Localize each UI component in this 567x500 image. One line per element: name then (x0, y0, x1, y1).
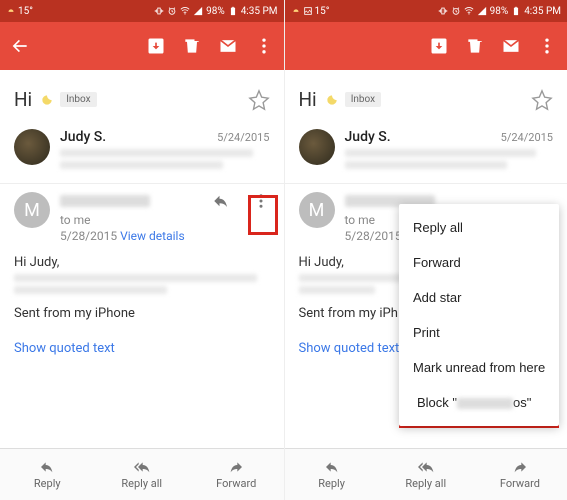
status-temp: 15° (315, 6, 330, 17)
signal-icon (477, 6, 487, 16)
message-overflow-icon[interactable] (252, 192, 270, 210)
body-greeting: Hi Judy, (14, 255, 270, 270)
collapsed-message[interactable]: Judy S. 5/24/2015 (285, 121, 567, 183)
inbox-chip: Inbox (60, 92, 96, 107)
wifi-icon (464, 6, 474, 16)
reply-all-arrow-icon (132, 459, 152, 475)
back-icon[interactable] (10, 36, 30, 56)
sender-avatar (14, 129, 50, 165)
sender-name-redacted (60, 195, 150, 207)
bottom-action-bar: Reply Reply all Forward (0, 448, 284, 500)
status-battery: 98% (490, 6, 509, 17)
moon-icon (325, 93, 339, 107)
block-name-redacted (457, 398, 513, 409)
forward-arrow-icon (226, 459, 246, 475)
reply-all-arrow-icon (416, 459, 436, 475)
archive-icon[interactable] (429, 36, 449, 56)
status-temp: 15° (18, 6, 33, 17)
message-date-full: 5/28/2015 (60, 229, 117, 243)
screenshot-icon (303, 6, 313, 16)
menu-mark-unread[interactable]: Mark unread from here (399, 350, 559, 385)
sender-avatar-letter: M (14, 192, 50, 228)
message-options-menu: Reply all Forward Add star Print Mark un… (399, 204, 559, 426)
sender-name: Judy S. (60, 129, 106, 145)
bottom-action-bar: Reply Reply all Forward (285, 448, 567, 500)
forward-button[interactable]: Forward (189, 449, 284, 500)
status-battery: 98% (206, 6, 225, 17)
status-time: 4:35 PM (241, 6, 278, 17)
sender-avatar (299, 129, 335, 165)
reply-button[interactable]: Reply (285, 449, 379, 500)
wifi-icon (180, 6, 190, 16)
collapsed-message[interactable]: Judy S. 5/24/2015 (0, 121, 284, 183)
message-date-full: 5/28/2015 (345, 229, 402, 243)
reply-arrow-icon (37, 459, 57, 475)
app-bar (285, 22, 567, 70)
sender-name: Judy S. (345, 129, 391, 145)
reply-arrow-icon (322, 459, 342, 475)
preview-snippet (60, 149, 270, 169)
email-subject: Hi (299, 88, 317, 111)
reply-all-button[interactable]: Reply all (95, 449, 190, 500)
mail-icon[interactable] (218, 36, 238, 56)
weather-icon (291, 6, 301, 16)
star-icon[interactable] (531, 89, 553, 111)
message-date: 5/24/2015 (501, 131, 553, 144)
content-area: Hi Inbox Judy S. 5/24/2015 M (285, 70, 567, 448)
menu-forward[interactable]: Forward (399, 245, 559, 280)
delete-icon[interactable] (465, 36, 485, 56)
reply-button[interactable]: Reply (0, 449, 95, 500)
star-icon[interactable] (248, 89, 270, 111)
view-details-link[interactable]: View details (120, 229, 185, 243)
screen-left: 15° 98% 4:35 PM Hi Inbox (0, 0, 284, 500)
message-body: Hi Judy, Sent from my iPhone (0, 243, 284, 337)
expanded-message-header: M to me 5/28/2015 View details (0, 184, 284, 243)
alarm-icon (167, 6, 177, 16)
body-signature: Sent from my iPhone (14, 306, 270, 321)
battery-icon (228, 6, 238, 16)
screen-right: 15° 98% 4:35 PM Hi Inbox (284, 0, 567, 500)
alarm-icon (451, 6, 461, 16)
vibrate-icon (438, 6, 448, 16)
signal-icon (193, 6, 203, 16)
vibrate-icon (154, 6, 164, 16)
show-quoted-link[interactable]: Show quoted text (0, 337, 284, 366)
delete-icon[interactable] (182, 36, 202, 56)
message-date: 5/24/2015 (217, 131, 269, 144)
mail-icon[interactable] (501, 36, 521, 56)
status-bar: 15° 98% 4:35 PM (0, 0, 284, 22)
email-subject: Hi (14, 88, 32, 111)
forward-button[interactable]: Forward (473, 449, 567, 500)
forward-arrow-icon (510, 459, 530, 475)
app-bar (0, 22, 284, 70)
menu-reply-all[interactable]: Reply all (399, 210, 559, 245)
weather-icon (6, 6, 16, 16)
preview-snippet (345, 149, 554, 169)
recipient-line: to me (60, 213, 202, 227)
status-time: 4:35 PM (524, 6, 561, 17)
menu-block-sender[interactable]: Block "os" (403, 385, 555, 420)
menu-add-star[interactable]: Add star (399, 280, 559, 315)
reply-all-button[interactable]: Reply all (379, 449, 473, 500)
sender-avatar-letter: M (299, 192, 335, 228)
menu-print[interactable]: Print (399, 315, 559, 350)
inbox-chip: Inbox (345, 92, 381, 107)
content-area: Hi Inbox Judy S. 5/24/2015 M (0, 70, 284, 448)
overflow-icon[interactable] (254, 36, 274, 56)
reply-icon[interactable] (212, 192, 230, 210)
archive-icon[interactable] (146, 36, 166, 56)
status-bar: 15° 98% 4:35 PM (285, 0, 567, 22)
overflow-icon[interactable] (537, 36, 557, 56)
battery-icon (511, 6, 521, 16)
moon-icon (40, 93, 54, 107)
